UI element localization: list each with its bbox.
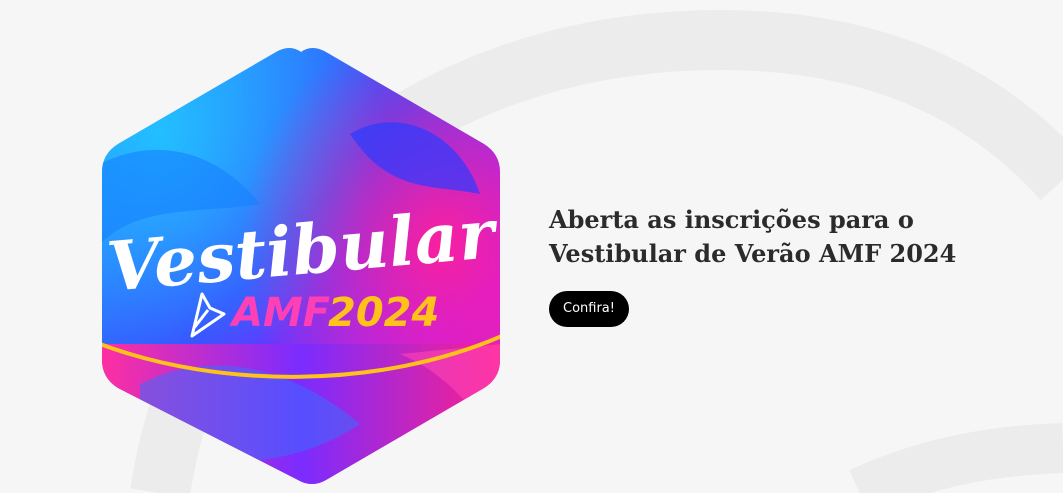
confira-button[interactable]: Confira! bbox=[549, 291, 629, 327]
headline-line-2: Vestibular de Verão AMF 2024 bbox=[549, 239, 957, 268]
badge-brand: AMF bbox=[229, 290, 330, 336]
headline-line-1: Aberta as inscrições para o bbox=[549, 205, 914, 234]
hero-banner: Vestibular AMF 2024 Aberta as inscrições… bbox=[0, 0, 1063, 493]
vestibular-badge-image: Vestibular AMF 2024 bbox=[102, 48, 502, 484]
banner-headline: Aberta as inscrições para o Vestibular d… bbox=[549, 203, 1029, 271]
badge-year: 2024 bbox=[328, 290, 439, 336]
